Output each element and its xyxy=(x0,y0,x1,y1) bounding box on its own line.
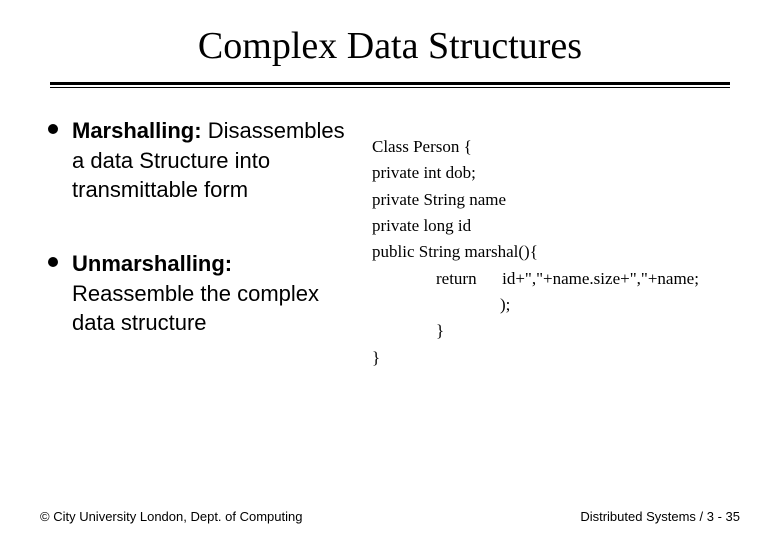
title-rule xyxy=(50,82,730,88)
slide-title: Complex Data Structures xyxy=(40,24,740,68)
list-item: Unmarshalling: Reassemble the complex da… xyxy=(48,249,348,338)
slide: Complex Data Structures Marshalling: Dis… xyxy=(0,0,780,540)
code-line: public String marshal(){ xyxy=(372,239,732,265)
footer-right: Distributed Systems / 3 - 35 xyxy=(580,509,740,524)
rule-thick xyxy=(50,82,730,85)
code-line: private String name xyxy=(372,187,732,213)
bullet-term: Unmarshalling: xyxy=(72,251,232,276)
code-line: } xyxy=(372,345,732,371)
bullet-list: Marshalling: Disassembles a data Structu… xyxy=(48,116,348,371)
slide-body: Marshalling: Disassembles a data Structu… xyxy=(40,116,740,371)
code-token: return xyxy=(436,269,477,288)
code-line: private int dob; xyxy=(372,160,732,186)
code-line: } xyxy=(372,318,732,344)
bullet-term: Marshalling: xyxy=(72,118,202,143)
bullet-icon xyxy=(48,257,58,267)
bullet-desc: Reassemble the complex data structure xyxy=(72,281,319,336)
code-line: ); xyxy=(372,292,732,318)
list-item: Marshalling: Disassembles a data Structu… xyxy=(48,116,348,205)
code-line: return id+","+name.size+","+name; xyxy=(372,266,732,292)
code-line: Class Person { xyxy=(372,134,732,160)
code-token: id+","+name.size+","+name; xyxy=(502,269,699,288)
footer-left: © City University London, Dept. of Compu… xyxy=(40,509,302,524)
code-block: Class Person { private int dob; private … xyxy=(372,116,732,371)
bullet-text: Unmarshalling: Reassemble the complex da… xyxy=(72,249,348,338)
bullet-icon xyxy=(48,124,58,134)
footer: © City University London, Dept. of Compu… xyxy=(40,509,740,524)
code-line: private long id xyxy=(372,213,732,239)
rule-thin xyxy=(50,87,730,88)
bullet-text: Marshalling: Disassembles a data Structu… xyxy=(72,116,348,205)
